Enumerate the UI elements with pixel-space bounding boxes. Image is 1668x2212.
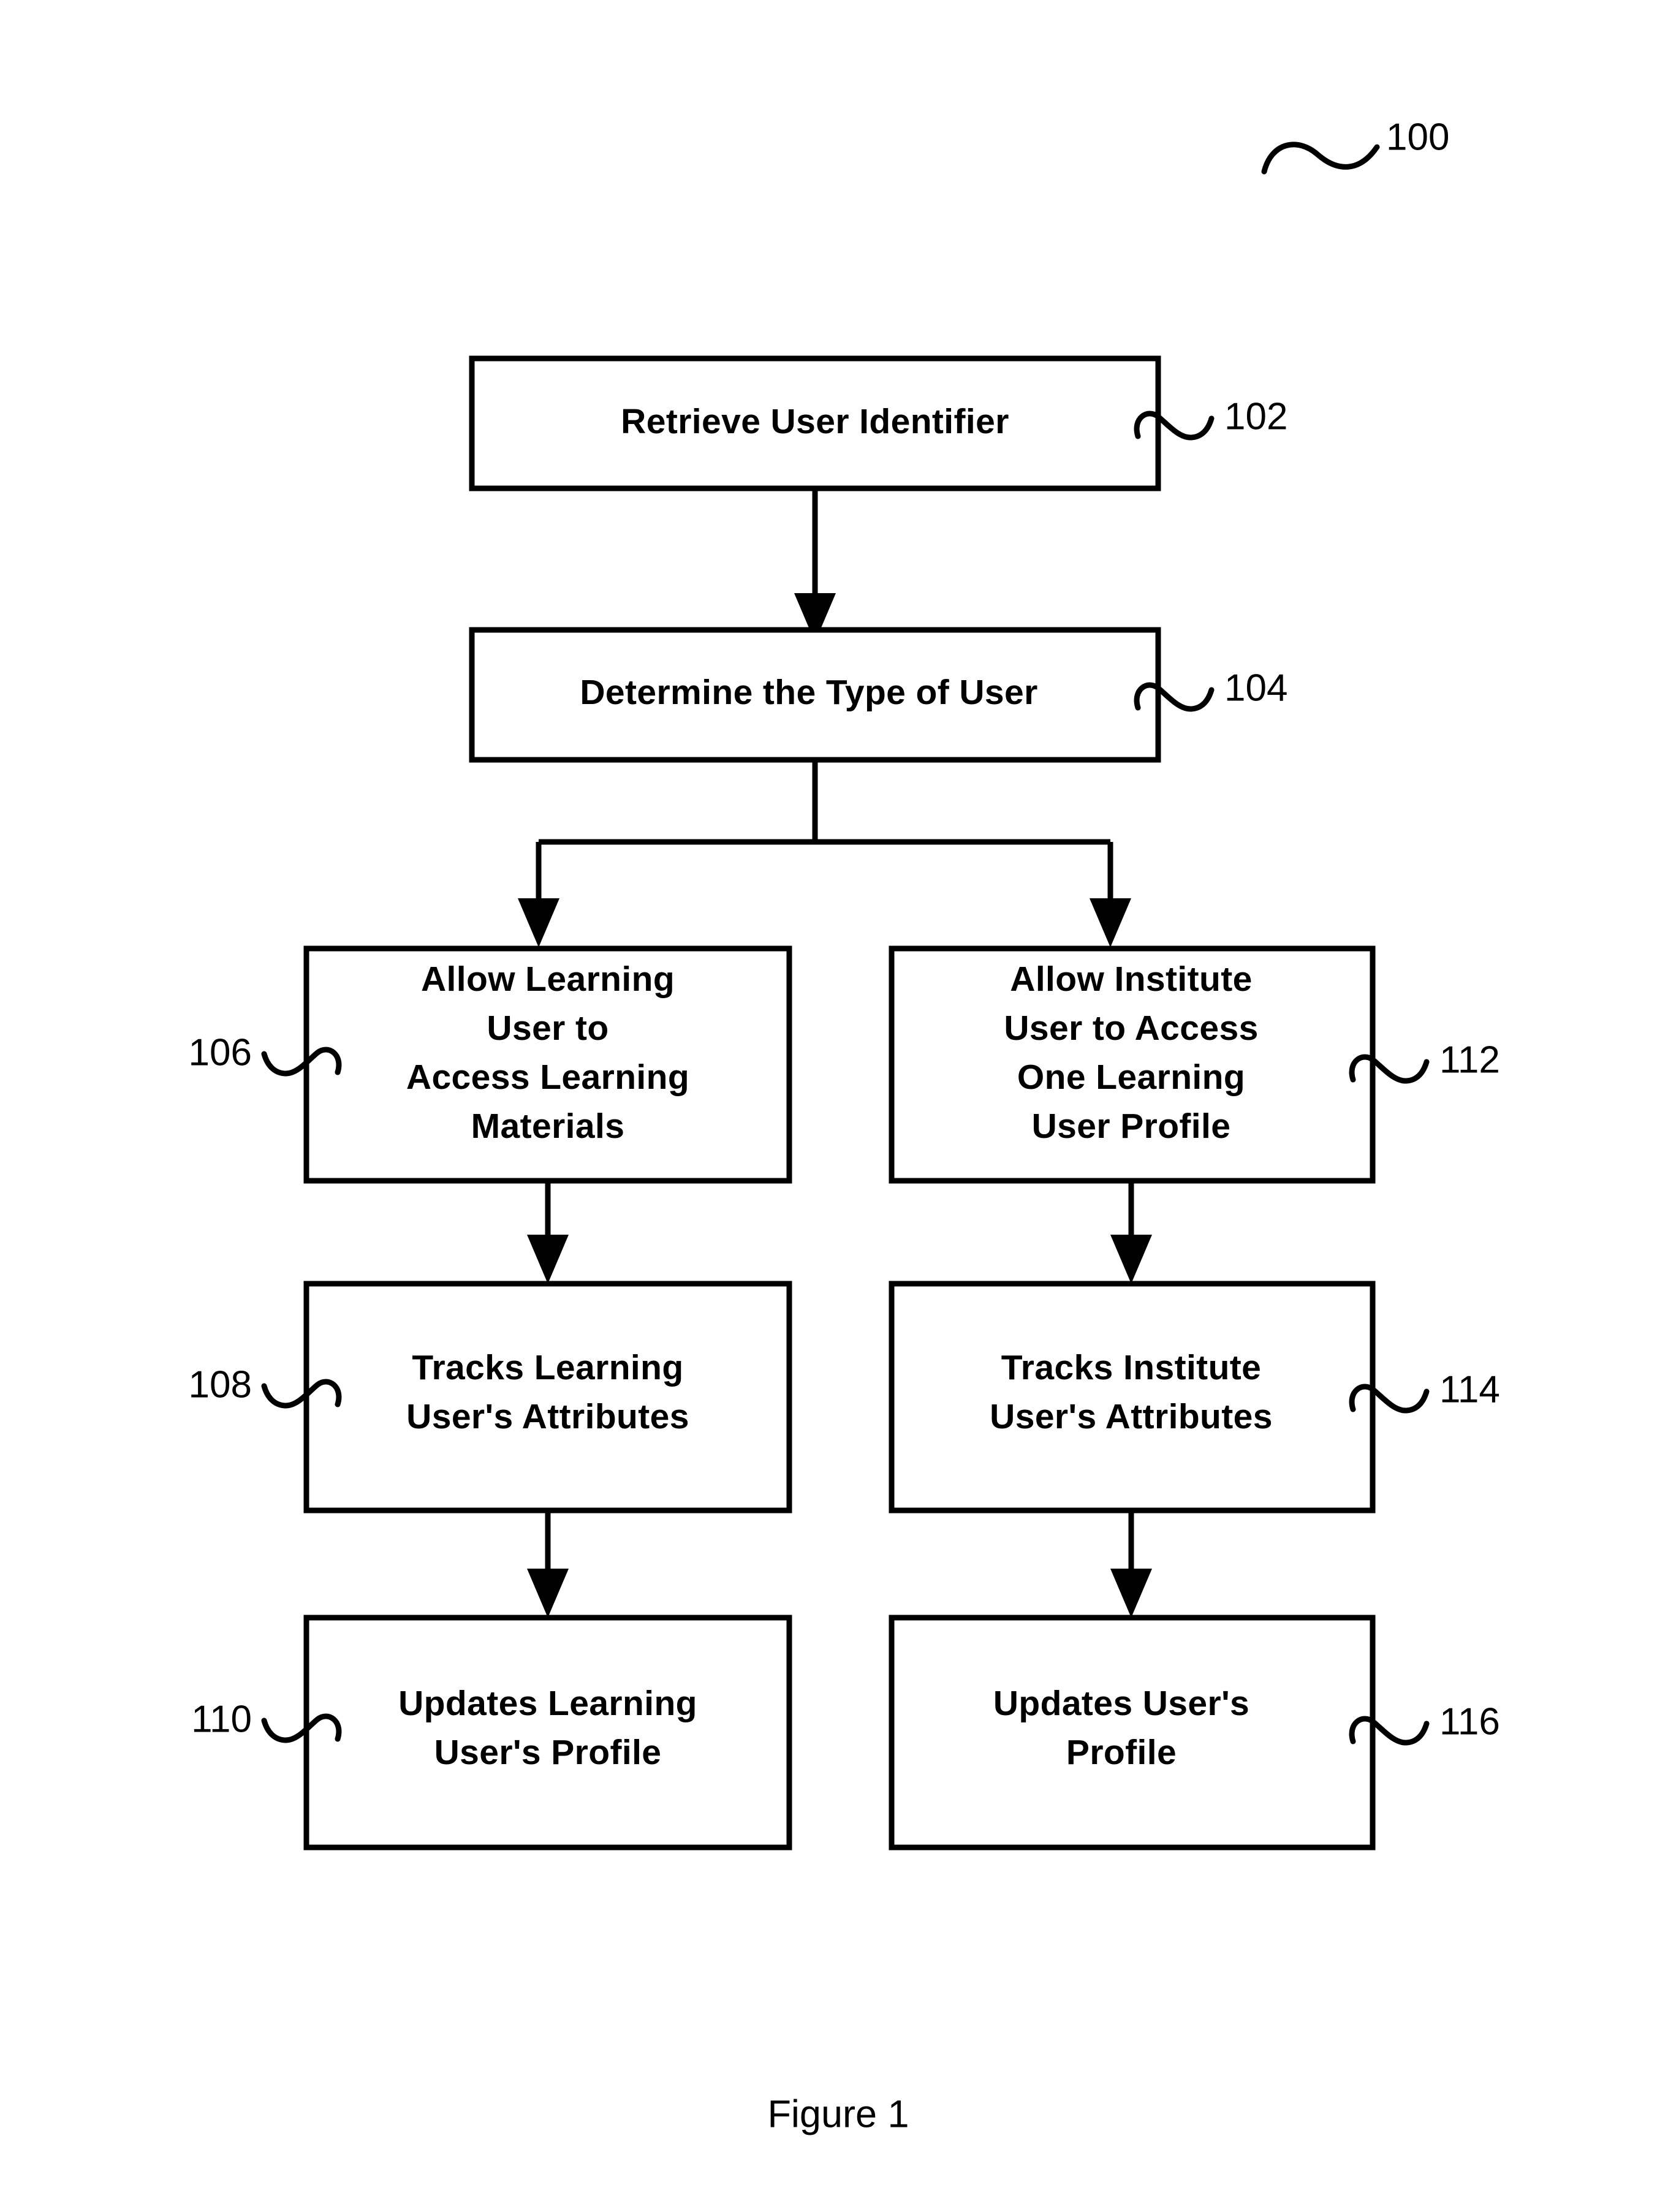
node-label-102-line-0: Retrieve User Identifier bbox=[621, 402, 1009, 441]
connector-112-to-114 bbox=[1110, 1181, 1152, 1284]
node-label-110-line-0: Updates Learning bbox=[398, 1684, 697, 1723]
branch-split-104 bbox=[518, 760, 1131, 947]
ref-number-116: 116 bbox=[1439, 1700, 1500, 1743]
node-label-110-line-1: User's Profile bbox=[434, 1733, 662, 1772]
arrow-head-icon bbox=[1090, 898, 1131, 947]
node-allow-learning-user-access-materials: Allow Learning User to Access Learning M… bbox=[189, 945, 792, 1184]
node-label-106-line-3: Materials bbox=[471, 1107, 625, 1146]
node-label-104-line-0: Determine the Type of User bbox=[580, 673, 1037, 712]
connector-108-to-110 bbox=[527, 1510, 569, 1618]
node-label-106-line-1: User to bbox=[487, 1009, 608, 1048]
overall-ref-leader-100: 100 bbox=[1261, 116, 1449, 175]
node-label-106-line-2: Access Learning bbox=[406, 1058, 689, 1097]
ref-number-100: 100 bbox=[1386, 116, 1449, 158]
ref-number-110: 110 bbox=[191, 1698, 252, 1740]
node-label-106-line-0: Allow Learning bbox=[421, 960, 675, 999]
arrow-head-icon bbox=[1110, 1569, 1152, 1618]
node-label-114-line-0: Tracks Institute bbox=[1001, 1348, 1262, 1387]
node-label-116-line-0: Updates User's bbox=[993, 1684, 1249, 1723]
arrow-head-icon bbox=[527, 1235, 569, 1284]
node-allow-institute-user-access-profile: Allow Institute User to Access One Learn… bbox=[889, 945, 1500, 1184]
node-retrieve-user-identifier: Retrieve User Identifier 102 bbox=[469, 355, 1287, 491]
flowchart-canvas: 100 Retrieve User Identifier 102 Determi… bbox=[189, 116, 1500, 2136]
node-tracks-institute-user-attributes: Tracks Institute User's Attributes 114 bbox=[889, 1281, 1500, 1513]
arrow-head-icon bbox=[1110, 1235, 1152, 1284]
node-updates-user-profile: Updates User's Profile 116 bbox=[889, 1615, 1500, 1850]
ref-number-102: 102 bbox=[1224, 395, 1287, 437]
node-label-112-line-2: One Learning bbox=[1017, 1058, 1245, 1097]
patent-figure-sheet: 100 Retrieve User Identifier 102 Determi… bbox=[0, 0, 1668, 2212]
node-label-112-line-0: Allow Institute bbox=[1010, 960, 1252, 999]
node-tracks-learning-user-attributes: Tracks Learning User's Attributes 108 bbox=[189, 1281, 792, 1513]
arrow-head-icon bbox=[527, 1569, 569, 1618]
connector-114-to-116 bbox=[1110, 1510, 1152, 1618]
node-label-108-line-0: Tracks Learning bbox=[412, 1348, 683, 1387]
node-label-112-line-1: User to Access bbox=[1004, 1009, 1258, 1048]
figure-caption: Figure 1 bbox=[767, 2093, 909, 2136]
ref-number-104: 104 bbox=[1224, 667, 1287, 709]
node-label-116-line-1: Profile bbox=[1066, 1733, 1177, 1772]
arrow-head-icon bbox=[518, 898, 559, 947]
node-label-114-line-1: User's Attributes bbox=[990, 1397, 1273, 1436]
ref-number-108: 108 bbox=[189, 1363, 252, 1406]
squiggle-leader-icon bbox=[1261, 142, 1380, 175]
connector-106-to-108 bbox=[527, 1181, 569, 1284]
ref-number-112: 112 bbox=[1439, 1039, 1500, 1081]
ref-number-114: 114 bbox=[1439, 1368, 1500, 1411]
node-updates-learning-user-profile: Updates Learning User's Profile 110 bbox=[191, 1615, 792, 1850]
node-label-112-line-3: User Profile bbox=[1032, 1107, 1231, 1146]
connector-102-to-104 bbox=[794, 488, 836, 642]
node-label-108-line-1: User's Attributes bbox=[406, 1397, 689, 1436]
ref-number-106: 106 bbox=[189, 1031, 252, 1074]
node-determine-type-of-user: Determine the Type of User 104 bbox=[469, 627, 1287, 763]
